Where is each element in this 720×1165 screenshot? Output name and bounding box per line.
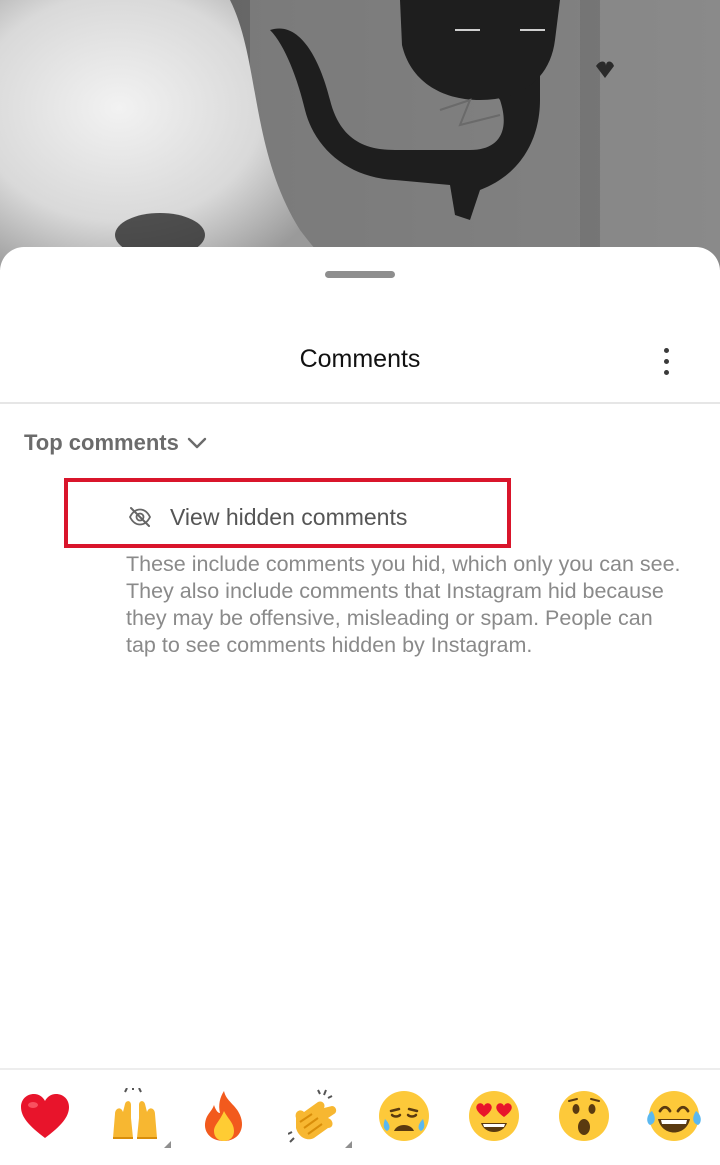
comments-sheet: Comments Top comments View hidden commen…: [0, 247, 720, 1165]
tears-of-joy-face-icon: [647, 1091, 701, 1141]
more-vertical-icon-dot: [663, 369, 669, 375]
heart-eyes-face-emoji-button[interactable]: [466, 1088, 522, 1144]
more-vertical-icon-dot: [663, 358, 669, 364]
sheet-header: Comments: [0, 327, 720, 399]
raising-hands-emoji-button[interactable]: [107, 1088, 171, 1148]
crying-face-icon: [379, 1091, 429, 1141]
view-hidden-comments-label: View hidden comments: [170, 503, 408, 530]
clapping-hands-icon: [288, 1089, 337, 1143]
screen: Comments Top comments View hidden commen…: [0, 0, 720, 1165]
more-options-button[interactable]: [650, 341, 682, 381]
crying-face-emoji-button[interactable]: [376, 1088, 432, 1144]
astonished-face-emoji-button[interactable]: [556, 1088, 612, 1144]
heart-eyes-face-icon: [469, 1091, 519, 1141]
variant-indicator: [345, 1141, 352, 1148]
chevron-down-icon: [187, 437, 207, 449]
sort-dropdown[interactable]: Top comments: [24, 427, 207, 459]
post-photo: [0, 0, 720, 270]
raising-hands-icon: [113, 1088, 157, 1139]
red-heart-icon: [21, 1094, 69, 1138]
sheet-title: Comments: [299, 345, 421, 373]
view-hidden-comments-button[interactable]: View hidden comments: [128, 502, 407, 532]
fire-icon: [204, 1091, 243, 1141]
emoji-reaction-bar: [0, 1068, 720, 1165]
highlight-box: View hidden comments: [64, 478, 511, 548]
tears-of-joy-face-emoji-button[interactable]: [646, 1088, 702, 1144]
more-vertical-icon: [663, 347, 669, 353]
fire-emoji-button[interactable]: [196, 1088, 252, 1144]
drag-handle[interactable]: [325, 271, 395, 278]
sort-label: Top comments: [24, 430, 179, 455]
hidden-comments-description: These include comments you hid, which on…: [126, 552, 681, 657]
variant-indicator: [164, 1141, 171, 1148]
red-heart-emoji-button[interactable]: [17, 1088, 73, 1144]
eye-off-icon: [128, 507, 152, 527]
astonished-face-icon: [559, 1091, 609, 1141]
clapping-hands-emoji-button[interactable]: [288, 1088, 352, 1148]
header-divider: [0, 402, 720, 404]
